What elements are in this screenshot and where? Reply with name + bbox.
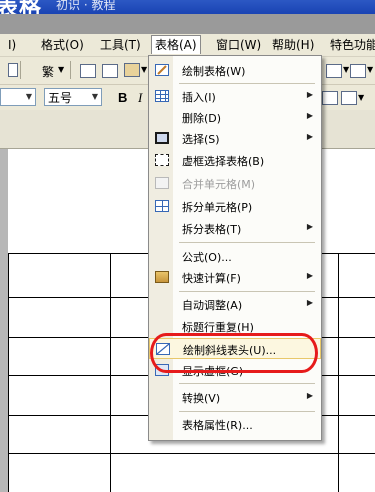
- chevron-down-icon[interactable]: ▼: [89, 89, 101, 105]
- menu-item-delete[interactable]: 删除(D) ▶: [149, 107, 321, 128]
- menu-item-label: 自动调整(A): [182, 299, 243, 312]
- copy-icon[interactable]: [102, 64, 118, 78]
- menu-item-insert[interactable]: 插入(I) ▶: [149, 86, 321, 107]
- chevron-down-icon[interactable]: ▼: [58, 65, 64, 74]
- menu-window[interactable]: 窗口(W): [216, 37, 261, 53]
- submenu-arrow-icon: ▶: [306, 298, 313, 307]
- menu-tools[interactable]: 工具(T): [100, 37, 141, 53]
- window-subtitle: 初识 · 教程: [56, 0, 116, 12]
- menu-help[interactable]: 帮助(H): [272, 37, 314, 53]
- trad-simpl-button[interactable]: 繁: [42, 63, 54, 80]
- menu-insert[interactable]: I): [8, 37, 16, 53]
- font-size-combo[interactable]: 五号 ▼: [44, 88, 102, 106]
- cut-icon[interactable]: [80, 64, 96, 78]
- submenu-arrow-icon: ▶: [306, 222, 313, 231]
- submenu-arrow-icon: ▶: [306, 111, 313, 120]
- menu-item-label: 表格属性(R)...: [182, 419, 253, 432]
- window-title: 表格: [0, 0, 43, 14]
- menu-item-label: 虚框选择表格(B): [182, 155, 265, 168]
- draw-table-icon: [155, 64, 169, 76]
- toolbar-divider: [20, 61, 21, 79]
- font-name-combo[interactable]: ▼: [0, 88, 36, 106]
- insert-grid-icon: [155, 90, 169, 102]
- chevron-down-icon[interactable]: ▼: [141, 65, 147, 74]
- submenu-arrow-icon: ▶: [306, 90, 313, 99]
- menu-item-label: 公式(O)...: [182, 251, 232, 264]
- menu-separator: [179, 291, 315, 292]
- menu-item-table-properties[interactable]: 表格属性(R)...: [149, 414, 321, 435]
- menu-item-split-cells[interactable]: 拆分单元格(P): [149, 196, 321, 217]
- menu-item-label: 拆分表格(T): [182, 223, 242, 236]
- chevron-down-icon[interactable]: ▼: [367, 65, 373, 74]
- title-bar: 表格 初识 · 教程: [0, 0, 375, 14]
- font-size-value: 五号: [48, 91, 73, 105]
- menu-item-label: 绘制表格(W): [182, 65, 246, 78]
- menu-separator: [179, 383, 315, 384]
- menu-item-label: 选择(S): [182, 133, 220, 146]
- menu-item-split-table[interactable]: 拆分表格(T) ▶: [149, 218, 321, 239]
- left-margin: [0, 149, 8, 492]
- table-border: [8, 453, 375, 454]
- menu-item-select[interactable]: 选择(S) ▶: [149, 128, 321, 149]
- chevron-down-icon[interactable]: ▼: [23, 89, 35, 105]
- table-border: [8, 253, 9, 492]
- split-cells-icon: [155, 200, 169, 212]
- paste-icon[interactable]: [124, 63, 140, 77]
- toolbar-divider: [70, 61, 71, 79]
- menu-item-dashed-select[interactable]: 虚框选择表格(B): [149, 150, 321, 171]
- menu-bar: I) 格式(O) 工具(T) 表格(A) 窗口(W) 帮助(H) 特色功能: [0, 34, 375, 57]
- submenu-arrow-icon: ▶: [306, 391, 313, 400]
- menu-separator: [179, 83, 315, 84]
- table-border: [110, 253, 111, 492]
- table-menu-dropdown: 绘制表格(W) 插入(I) ▶ 删除(D) ▶ 选择(S) ▶ 虚框选择表格(B…: [148, 55, 322, 441]
- menu-features[interactable]: 特色功能: [330, 37, 375, 53]
- menu-item-quick-calc[interactable]: 快速计算(F) ▶: [149, 267, 321, 288]
- menu-item-label: 快速计算(F): [182, 272, 241, 285]
- italic-button[interactable]: I: [138, 90, 142, 106]
- quick-calc-icon: [155, 271, 169, 283]
- menu-item-label: 删除(D): [182, 112, 222, 125]
- table-grid-icon[interactable]: [326, 64, 342, 78]
- bold-button[interactable]: B: [118, 90, 127, 105]
- menu-item-label: 合并单元格(M): [182, 178, 256, 191]
- menu-item-formula[interactable]: 公式(O)...: [149, 246, 321, 267]
- menu-item-label: 插入(I): [182, 91, 216, 104]
- menu-format[interactable]: 格式(O): [41, 37, 84, 53]
- justify-icon[interactable]: [322, 91, 338, 105]
- merge-cells-icon: [155, 177, 169, 189]
- menu-item-draw-table[interactable]: 绘制表格(W): [149, 60, 321, 81]
- select-grid-icon: [155, 132, 169, 144]
- menu-item-convert[interactable]: 转换(V) ▶: [149, 387, 321, 408]
- menu-item-label: 拆分单元格(P): [182, 201, 253, 214]
- toolbar-icon[interactable]: [8, 63, 18, 77]
- menu-item-merge-cells: 合并单元格(M): [149, 173, 321, 194]
- dashed-select-icon: [155, 154, 169, 166]
- menu-item-label: 转换(V): [182, 392, 221, 405]
- annotation-circle: [150, 333, 318, 373]
- table-border: [338, 253, 339, 492]
- submenu-arrow-icon: ▶: [306, 132, 313, 141]
- menu-table[interactable]: 表格(A): [151, 35, 201, 54]
- menu-separator: [179, 242, 315, 243]
- chevron-down-icon[interactable]: ▼: [343, 65, 349, 74]
- menu-item-autofit[interactable]: 自动调整(A) ▶: [149, 294, 321, 315]
- menu-separator: [179, 411, 315, 412]
- columns-icon[interactable]: [350, 64, 366, 78]
- submenu-arrow-icon: ▶: [306, 271, 313, 280]
- chevron-down-icon[interactable]: ▼: [358, 93, 364, 102]
- line-spacing-icon[interactable]: [341, 91, 357, 105]
